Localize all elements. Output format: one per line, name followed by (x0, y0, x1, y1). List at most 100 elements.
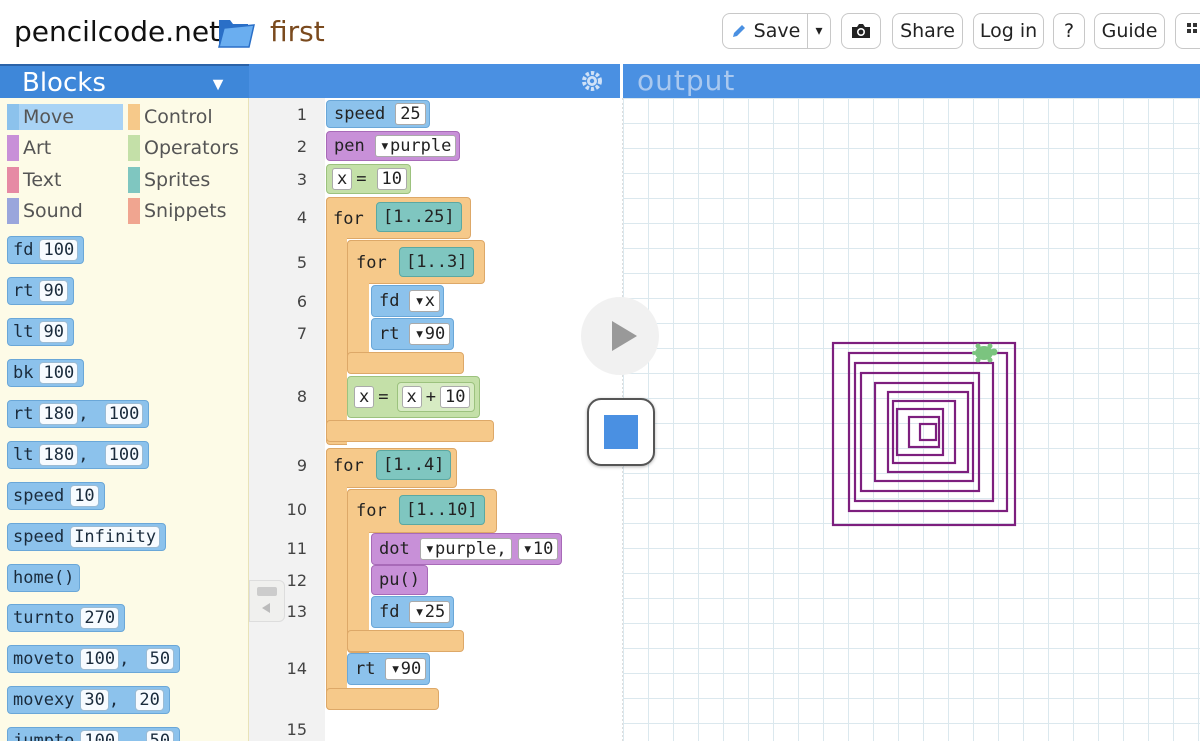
line-number: 8 (296, 387, 307, 406)
range-block[interactable]: [1..4] (376, 450, 452, 480)
category-art[interactable]: Art (7, 135, 123, 161)
code-block-speed[interactable]: speed 25 (326, 100, 430, 128)
palette-block-rt[interactable]: rt 180, 100 (7, 400, 150, 428)
block-argument[interactable]: ▾purple (374, 135, 457, 157)
block-variable[interactable]: x (332, 168, 353, 190)
block-argument[interactable]: 180 (39, 444, 79, 466)
code-block-assign[interactable]: x = x +10 (347, 376, 481, 418)
block-argument[interactable]: 100 (39, 362, 79, 384)
block-argument[interactable]: 20 (135, 689, 164, 711)
save-button[interactable]: Save (722, 13, 808, 49)
code-block-pen[interactable]: pen ▾purple (326, 131, 461, 161)
block-keyword: lt (13, 445, 34, 465)
block-argument[interactable]: 100 (80, 730, 120, 741)
login-button[interactable]: Log in (973, 13, 1044, 49)
block-argument[interactable]: 100 (104, 403, 144, 425)
block-argument[interactable]: 50 (145, 730, 175, 741)
blocks-panel-header: Blocks ▼ (0, 64, 249, 98)
category-move[interactable]: Move (7, 104, 123, 130)
screenshot-button[interactable] (841, 13, 881, 49)
palette-block-movexy[interactable]: movexy 30, 20 (7, 686, 170, 714)
block-argument[interactable]: 270 (80, 607, 120, 629)
category-sound[interactable]: Sound (7, 198, 123, 224)
line-number: 7 (296, 324, 307, 343)
save-dropdown-button[interactable]: ▾ (807, 13, 831, 49)
logo[interactable]: pencilcode.net (14, 15, 220, 48)
code-block-fd[interactable]: fd ▾x (371, 285, 444, 317)
palette-block-moveto[interactable]: moveto 100, 50 (7, 645, 181, 673)
category-label: Operators (144, 137, 239, 159)
block-argument[interactable]: Infinity (70, 526, 161, 548)
share-button[interactable]: Share (892, 13, 963, 49)
palette-block-rt[interactable]: rt 90 (7, 277, 74, 305)
code-block-assign[interactable]: x = 10 (326, 164, 411, 194)
palette-block-lt[interactable]: lt 180, 100 (7, 441, 150, 469)
help-button[interactable]: ? (1053, 13, 1085, 49)
block-keyword: rt (13, 404, 34, 424)
code-block-rt[interactable]: rt ▾90 (347, 653, 431, 685)
category-sprites[interactable]: Sprites (128, 167, 244, 193)
range-block[interactable]: [1..25] (376, 202, 462, 232)
spiral-square (891, 399, 957, 465)
block-argument[interactable]: ▾90 (385, 658, 427, 680)
block-argument[interactable]: ▾10 (517, 538, 559, 560)
arg-separator: , (78, 404, 99, 424)
block-argument[interactable]: 100 (104, 444, 144, 466)
block-argument[interactable]: 100 (80, 648, 120, 670)
pane-splitter[interactable] (249, 580, 285, 622)
block-keyword: lt (13, 322, 34, 342)
code-block-fd[interactable]: fd ▾25 (371, 596, 455, 628)
expression-block[interactable]: x +10 (396, 382, 476, 412)
block-argument[interactable]: 100 (39, 239, 79, 261)
range-value: [1..3] (406, 252, 468, 272)
block-argument[interactable]: 90 (39, 280, 68, 302)
output-canvas[interactable] (623, 98, 1200, 741)
gear-icon[interactable] (580, 69, 604, 93)
block-argument[interactable]: ▾25 (409, 601, 451, 623)
palette-block-lt[interactable]: lt 90 (7, 318, 74, 346)
palette-block-turnto[interactable]: turnto 270 (7, 604, 126, 632)
block-argument[interactable]: 10 (376, 168, 407, 190)
guide-button[interactable]: Guide (1094, 13, 1165, 49)
block-variable[interactable]: x (354, 386, 375, 408)
category-operators[interactable]: Operators (128, 135, 244, 161)
category-control[interactable]: Control (128, 104, 244, 130)
block-argument[interactable]: ▾90 (409, 323, 451, 345)
code-block-rt[interactable]: rt ▾90 (371, 318, 455, 350)
range-block[interactable]: [1..3] (399, 247, 475, 277)
stop-button[interactable] (587, 398, 655, 466)
filename[interactable]: first (270, 15, 325, 48)
palette-block-home[interactable]: home() (7, 564, 81, 592)
arg-separator: , (78, 445, 99, 465)
category-snippets[interactable]: Snippets (128, 198, 244, 224)
block-argument[interactable]: 10 (440, 386, 471, 408)
block-argument[interactable]: 90 (39, 321, 68, 343)
block-keyword: bk (13, 363, 34, 383)
palette-block-speed[interactable]: speed Infinity (7, 523, 167, 551)
run-button[interactable] (581, 297, 659, 375)
category-label: Sound (23, 200, 83, 222)
code-block-pu[interactable]: pu() (371, 565, 428, 595)
block-argument[interactable]: 30 (80, 689, 109, 711)
palette-block-bk[interactable]: bk 100 (7, 359, 85, 387)
block-argument[interactable]: 10 (70, 485, 99, 507)
palette-block-jumpto[interactable]: jumpto 100, 50 (7, 727, 181, 741)
save-label: Save (753, 20, 801, 42)
palette-block-speed[interactable]: speed 10 (7, 482, 105, 510)
block-variable[interactable]: x (401, 386, 422, 408)
stop-icon (604, 415, 638, 449)
menu-button[interactable] (1175, 13, 1200, 49)
turtle-icon (972, 343, 998, 363)
palette-block-fd[interactable]: fd 100 (7, 236, 85, 264)
block-argument[interactable]: 25 (395, 103, 426, 125)
category-text[interactable]: Text (7, 167, 123, 193)
folder-icon[interactable] (216, 12, 256, 52)
block-argument[interactable]: 50 (145, 648, 175, 670)
blocks-toggle[interactable]: ▼ (209, 74, 227, 95)
block-argument[interactable]: ▾purple, (419, 538, 512, 560)
code-block-dot[interactable]: dot ▾purple, ▾10 (371, 533, 563, 565)
block-argument[interactable]: 180 (39, 403, 79, 425)
arg-separator: , (108, 690, 130, 710)
block-argument[interactable]: ▾x (409, 290, 440, 312)
range-block[interactable]: [1..10] (399, 495, 485, 525)
